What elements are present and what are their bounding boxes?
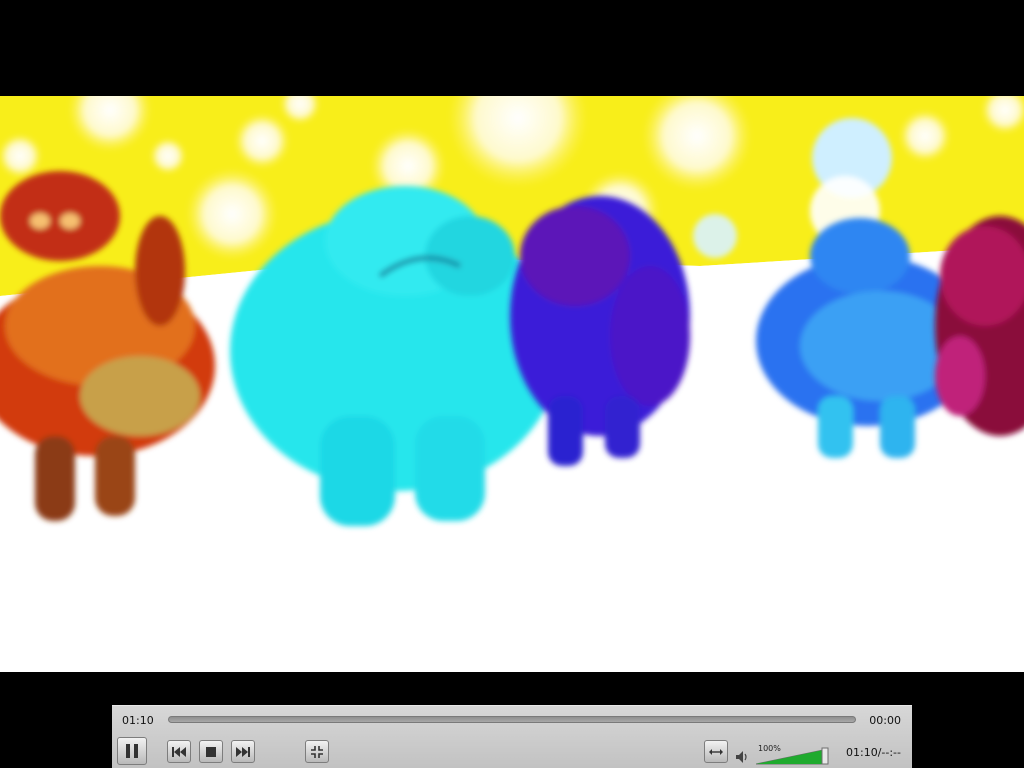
aspect-ratio-button[interactable]	[704, 740, 728, 763]
player-controls: 01:10 00:00 100% 01:10/--:--	[112, 705, 912, 768]
next-button[interactable]	[231, 740, 255, 763]
previous-button[interactable]	[167, 740, 191, 763]
elapsed-time: 01:10	[122, 714, 154, 727]
fullscreen-button[interactable]	[305, 740, 329, 763]
stop-icon	[206, 746, 216, 757]
video-frame[interactable]	[0, 96, 1024, 672]
pause-icon	[126, 744, 138, 758]
magenta-creature	[935, 216, 1024, 436]
remaining-time: 00:00	[869, 714, 901, 727]
skip-back-icon	[172, 746, 186, 757]
stop-button[interactable]	[199, 740, 223, 763]
skip-forward-icon	[236, 746, 250, 757]
stretch-icon	[709, 748, 723, 755]
media-player-window: 01:10 00:00 100% 01:10/--:--	[0, 0, 1024, 768]
seek-bar[interactable]	[168, 716, 856, 723]
fullscreen-icon	[311, 745, 323, 758]
volume-percentage: 100%	[758, 744, 781, 753]
time-display: 01:10/--:--	[846, 746, 901, 759]
speaker-icon[interactable]	[735, 750, 749, 764]
pause-button[interactable]	[117, 737, 147, 765]
video-image	[0, 96, 1024, 672]
